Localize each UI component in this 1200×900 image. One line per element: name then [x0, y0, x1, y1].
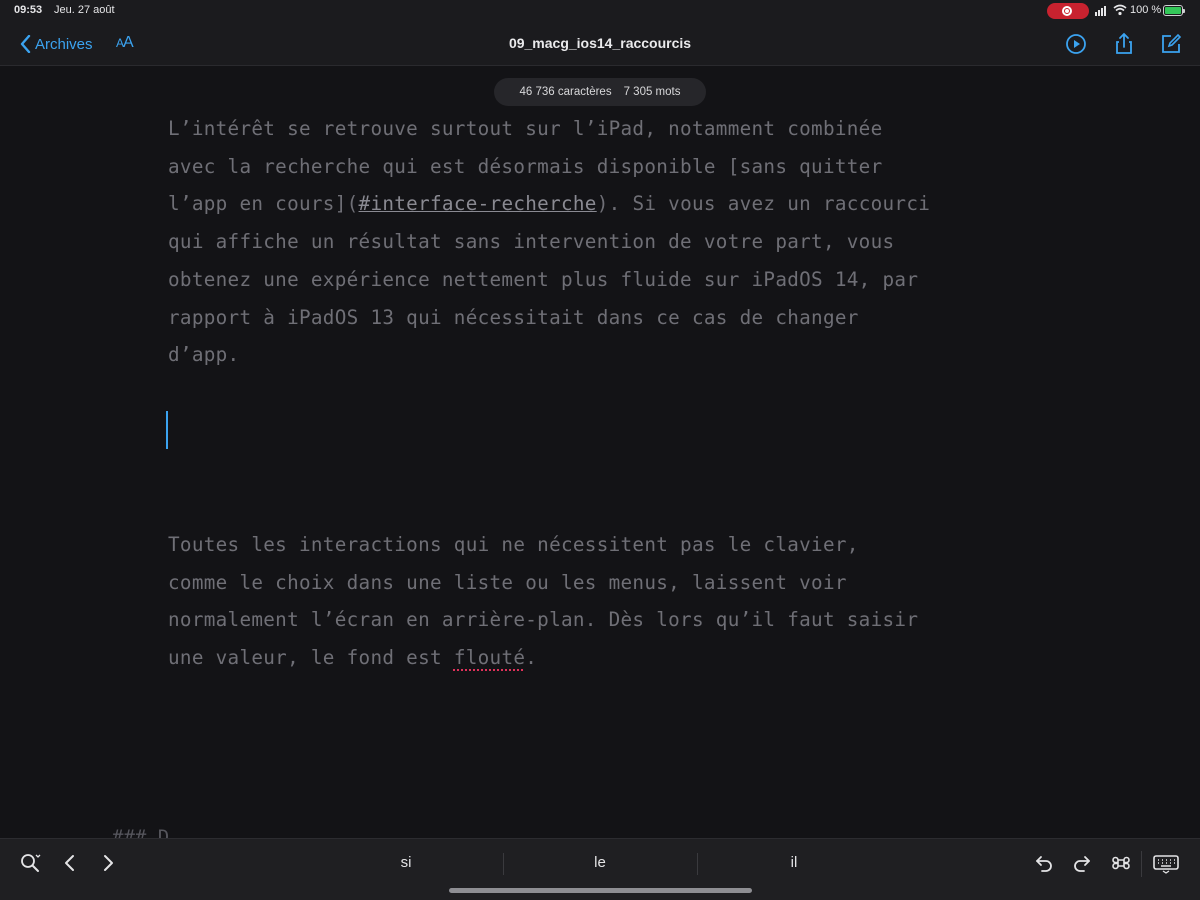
text-line: comme le choix dans une liste ou les men…: [168, 570, 847, 594]
text-line: Toutes les interactions qui ne nécessite…: [168, 533, 859, 556]
navigation-bar: Archives AA 09_macg_ios14_raccourcis: [0, 22, 1200, 66]
suggestion-2[interactable]: le: [510, 851, 690, 875]
play-icon[interactable]: [1064, 32, 1088, 56]
text-span: l’app en cours](: [168, 192, 359, 216]
text-line: avec la recherche qui est désormais disp…: [168, 154, 883, 178]
cellular-signal-icon: [1095, 6, 1109, 16]
text-span: ). Si vous avez un raccourci: [596, 192, 931, 216]
chevron-right-icon[interactable]: [96, 851, 120, 875]
undo-icon[interactable]: [1032, 851, 1056, 875]
character-count: 46 736 caractères: [519, 86, 612, 98]
word-count-pill[interactable]: 46 736 caractères 7 305 mots: [494, 78, 706, 106]
chevron-left-icon[interactable]: [58, 851, 82, 875]
text-line: obtenez une expérience nettement plus fl…: [168, 267, 919, 291]
screen-recording-indicator[interactable]: [1047, 3, 1089, 19]
share-icon[interactable]: [1112, 32, 1136, 56]
status-bar: 09:53 Jeu. 27 août 100 %: [0, 0, 1200, 22]
status-date: Jeu. 27 août: [54, 4, 115, 16]
chevron-left-icon: [20, 35, 31, 53]
misspelled-word[interactable]: flouté: [454, 646, 525, 669]
battery-icon: [1163, 5, 1185, 16]
text-line: qui affiche un résultat sans interventio…: [168, 230, 895, 254]
text-line: normalement l’écran en arrière-plan. Dès…: [168, 608, 919, 632]
compose-icon[interactable]: [1159, 32, 1183, 56]
text-line: l’app en cours](#interface-recherche). S…: [168, 185, 1048, 223]
word-count: 7 305 mots: [623, 86, 681, 98]
keyboard-dismiss-icon[interactable]: [1152, 851, 1180, 875]
text-span: une valeur, le fond est: [168, 646, 454, 670]
status-time: 09:53: [14, 4, 43, 16]
back-label: Archives: [35, 35, 93, 53]
text-line: L’intérêt se retrouve surtout sur l’iPad…: [168, 117, 883, 140]
toolbar-divider: [1141, 851, 1142, 877]
command-icon[interactable]: [1109, 851, 1133, 875]
redo-icon[interactable]: [1070, 851, 1094, 875]
suggestion-3[interactable]: il: [704, 851, 884, 875]
text-line: une valeur, le fond est flouté.: [168, 639, 1048, 677]
back-button[interactable]: Archives: [20, 33, 93, 55]
home-indicator[interactable]: [449, 888, 752, 893]
anchor-link[interactable]: #interface-recherche: [359, 192, 597, 215]
text-line: d’app.: [168, 343, 240, 367]
text-line: rapport à iPadOS 13 qui nécessitait dans…: [168, 305, 859, 329]
text-span: .: [525, 646, 538, 670]
wifi-icon: [1113, 4, 1127, 16]
suggestion-divider: [503, 853, 504, 875]
text-cursor: [166, 411, 168, 449]
document-title: 09_macg_ios14_raccourcis: [508, 35, 692, 51]
font-size-small-a: A: [116, 36, 124, 50]
font-size-large-a: A: [123, 34, 134, 51]
editor-paragraph-1[interactable]: L’intérêt se retrouve surtout sur l’iPad…: [168, 110, 1048, 374]
font-size-button[interactable]: AA: [116, 34, 134, 52]
search-icon[interactable]: [18, 851, 42, 875]
suggestion-divider: [697, 853, 698, 875]
suggestion-1[interactable]: si: [316, 851, 496, 875]
battery-percentage: 100 %: [1130, 4, 1162, 16]
record-icon: [1062, 6, 1072, 16]
editor-paragraph-2[interactable]: Toutes les interactions qui ne nécessite…: [168, 526, 1048, 677]
